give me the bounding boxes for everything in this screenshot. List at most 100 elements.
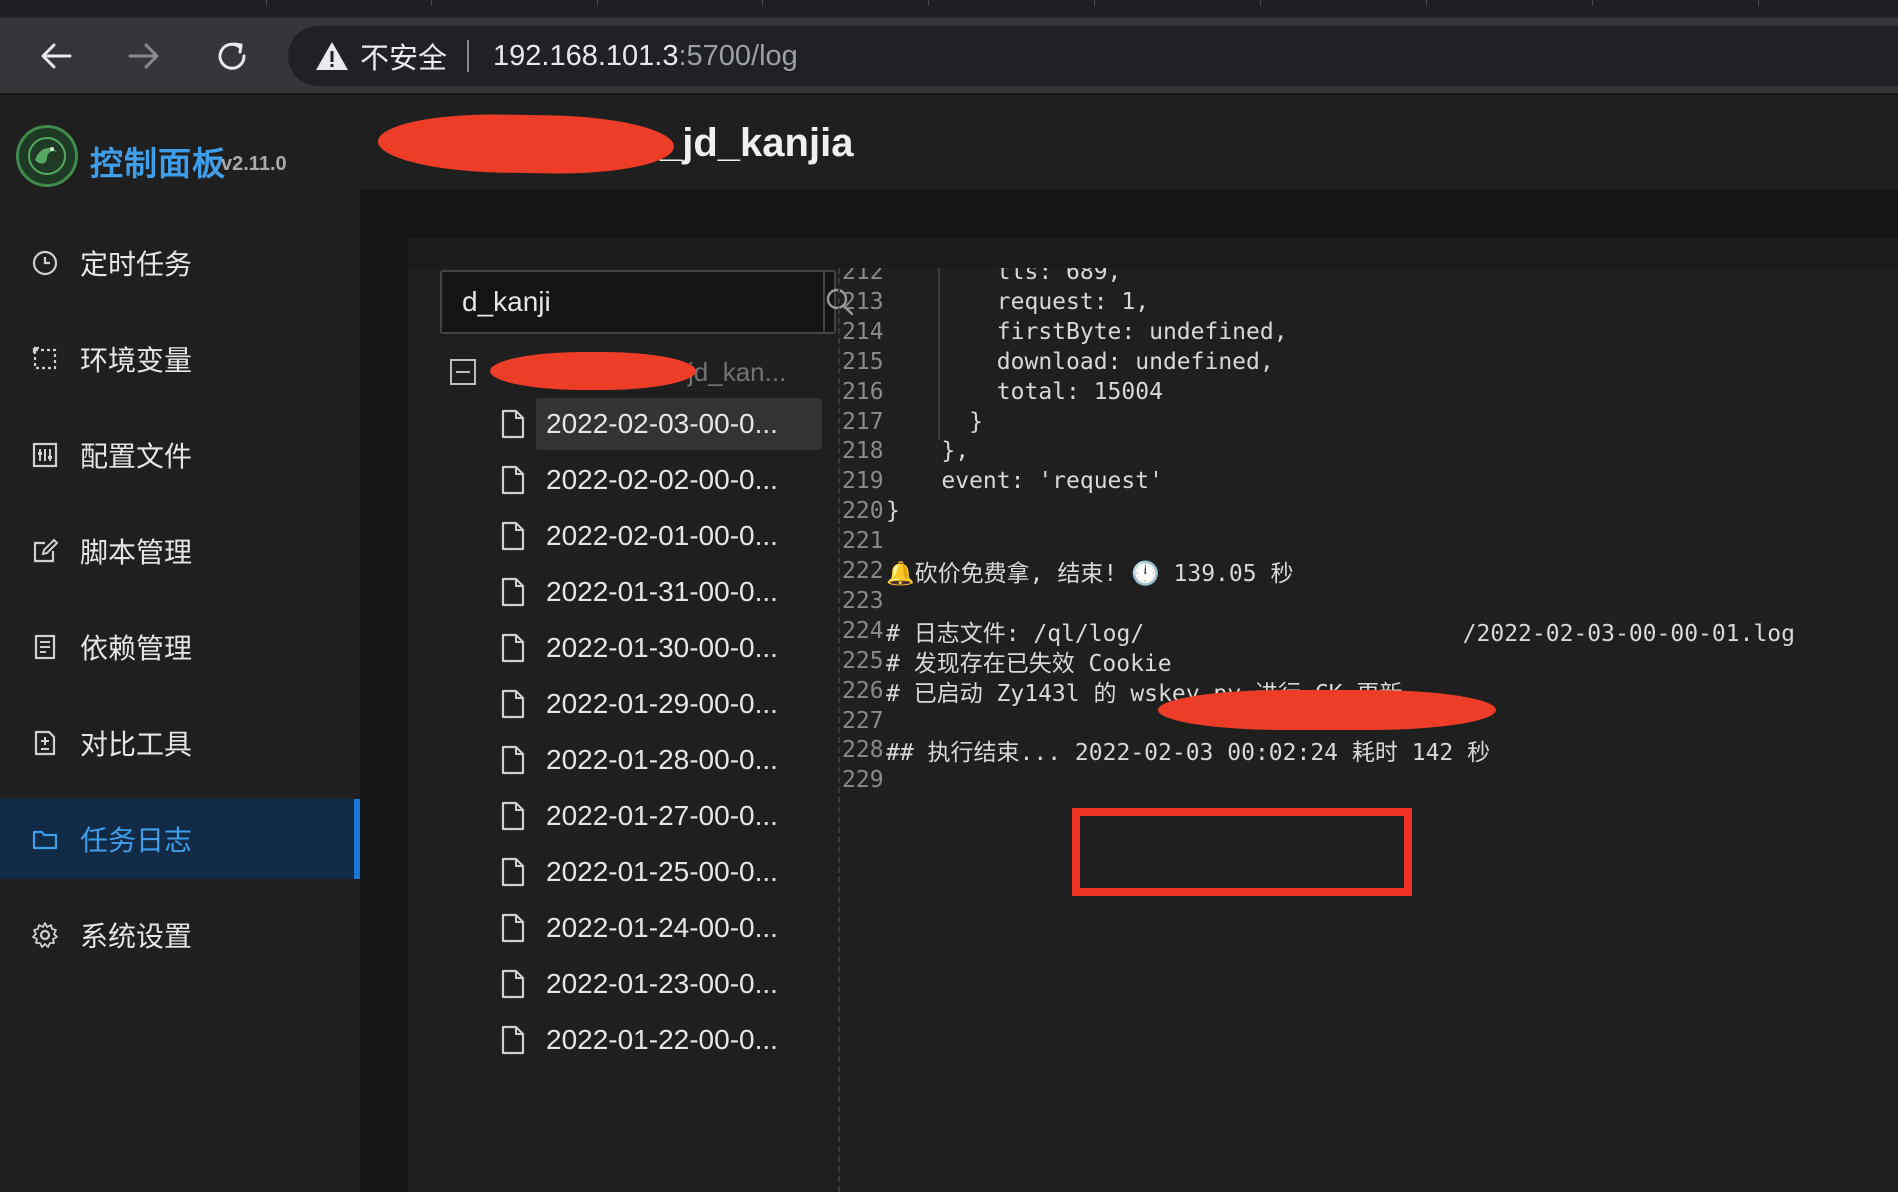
reload-icon [218,42,246,70]
tree-file-label: 2022-01-25-00-0... [546,856,778,887]
tree-file-item[interactable]: 2022-01-29-00-0... [440,676,836,732]
sidebar-item-config[interactable]: 配置文件 [0,415,360,495]
tree-file-label: 2022-01-31-00-0... [546,576,778,607]
tree-folder-label: jd_kan... [688,356,787,387]
browser-tabstrip [0,0,1898,18]
tab-divider [1592,0,1593,6]
tree-file-item[interactable]: 2022-01-24-00-0... [440,900,836,956]
tree-file-label: 2022-01-28-00-0... [546,744,778,775]
sidebar-menu: 定时任务 环境变量 配置文件 脚本管理 依赖管理 对比工具 任务日志 系统设置 [0,223,360,991]
sidebar-item-label: 系统设置 [80,920,193,953]
tree-file-item[interactable]: 2022-01-23-00-0... [440,956,836,1012]
reload-button[interactable] [208,32,256,80]
line-text: } [886,498,900,525]
line-number: 222 [842,558,884,584]
sidebar-item-dependencies[interactable]: 依赖管理 [0,607,360,687]
sidebar-item-label: 脚本管理 [80,536,193,569]
diff-icon [30,728,60,758]
tree-file-item[interactable]: 2022-01-22-00-0... [440,1012,836,1068]
url-text[interactable]: 192.168.101.3:5700/log [493,40,798,73]
arrow-right-icon [128,43,159,69]
line-number: 218 [842,438,884,465]
code-line: 222 🔔砍价免费拿, 结束! 🕛 139.05 秒 [838,553,1293,589]
tab-divider [266,0,267,6]
file-icon [500,1024,526,1056]
tree-file-label: 2022-02-02-00-0... [546,464,778,495]
redaction-mark [1158,690,1496,730]
search-input[interactable] [442,272,823,332]
tab-divider [1094,0,1095,6]
log-editor[interactable]: 212 tls: 689, 213 request: 1, 214 firstByt… [838,268,1898,1192]
url-host: 192.168.101.3 [493,39,679,72]
address-bar[interactable]: 不安全 192.168.101.3:5700/log [288,26,1898,86]
sidebar-item-env[interactable]: 环境变量 [0,319,360,399]
forward-button[interactable] [120,32,168,80]
line-number: 213 [842,288,884,315]
tree-file-label: 2022-02-03-00-0... [546,408,778,439]
back-button[interactable] [32,32,80,80]
tree-file-item[interactable]: 2022-01-30-00-0... [440,620,836,676]
line-number: 228 [842,737,884,764]
file-icon [500,688,526,720]
log-tree: jd_kan... 2022-02-03-00-0... 2022-02-02-0… [440,348,836,1068]
tree-file-item[interactable]: 2022-02-01-00-0... [440,508,836,564]
app-version: v2.11.0 [221,153,287,175]
line-number: 229 [842,767,884,794]
warning-icon[interactable] [314,38,350,74]
file-icon [500,968,526,1000]
tab-divider [928,0,929,6]
tab-divider [597,0,598,6]
file-icon [500,744,526,776]
file-icon [500,464,526,496]
line-number: 227 [842,707,884,734]
tree-file-label: 2022-01-24-00-0... [546,912,778,943]
tree-file-item[interactable]: 2022-01-28-00-0... [440,732,836,788]
log-search [440,270,854,334]
sidebar-item-logs[interactable]: 任务日志 [0,799,360,879]
file-icon [500,632,526,664]
line-number: 212 [842,268,884,285]
tree-file-item[interactable]: 2022-01-31-00-0... [440,564,836,620]
dragon-logo-icon [28,137,66,175]
sidebar-item-diff[interactable]: 对比工具 [0,703,360,783]
line-number: 221 [842,528,884,555]
insecure-label[interactable]: 不安全 [360,35,447,77]
line-number: 220 [842,498,884,525]
line-text: firstByte: undefined, [886,318,1288,345]
tab-divider [431,0,432,6]
tree-file-item[interactable]: 2022-01-27-00-0... [440,788,836,844]
sidebar-item-settings[interactable]: 系统设置 [0,895,360,975]
line-text: 🔔砍价免费拿, 结束! 🕛 139.05 秒 [886,561,1294,587]
tree-file-label: 2022-01-27-00-0... [546,800,778,831]
app-logo[interactable] [16,125,78,187]
tree-file-item[interactable]: 2022-02-02-00-0... [440,452,836,508]
sidebar-item-scripts[interactable]: 脚本管理 [0,511,360,591]
tab-divider [1426,0,1427,6]
sidebar-item-label: 配置文件 [80,440,193,473]
tree-file-item[interactable]: 2022-02-03-00-0... [440,396,836,452]
line-text: } [886,408,983,435]
tree-file-item[interactable]: 2022-01-25-00-0... [440,844,836,900]
clock-icon [30,248,60,278]
indent-guide [938,268,940,440]
tree-file-label: 2022-02-01-00-0... [546,520,778,551]
dependency-icon [30,632,60,662]
line-text: total: 15004 [886,378,1163,405]
variable-icon [30,344,60,374]
line-number: 214 [842,318,884,345]
file-icon [500,520,526,552]
file-icon [500,576,526,608]
sidebar-item-label: 任务日志 [80,824,193,857]
sidebar-item-label: 依赖管理 [80,632,193,665]
browser-toolbar: 不安全 192.168.101.3:5700/log [0,18,1898,94]
app-brand[interactable]: 控制面板 [90,137,226,185]
sidebar-item-label: 对比工具 [80,728,193,761]
collapse-icon[interactable] [450,359,476,385]
tree-file-label: 2022-01-22-00-0... [546,1024,778,1055]
gear-icon [30,920,60,950]
line-number: 215 [842,348,884,375]
line-text: download: undefined, [886,348,1274,375]
code-line: 229 [838,762,886,798]
sidebar-item-cron[interactable]: 定时任务 [0,223,360,303]
folder-icon [30,824,60,854]
